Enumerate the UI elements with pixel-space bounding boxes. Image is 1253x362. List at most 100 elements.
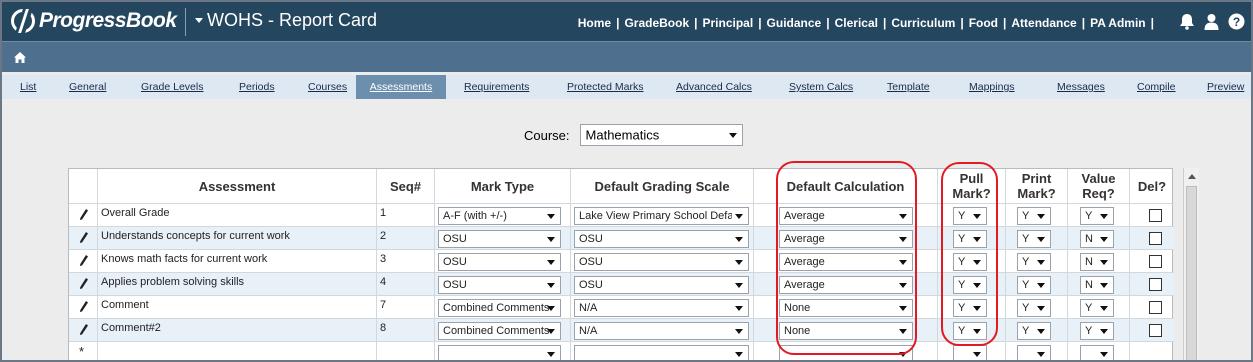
scrollbar-thumb[interactable] [1186,186,1197,360]
value-req-select[interactable]: N [1080,253,1114,271]
pull-mark-select[interactable]: Y [953,299,987,317]
grading-scale-select[interactable]: OSU [574,253,749,271]
user-icon[interactable] [1204,13,1219,30]
print-mark-select[interactable]: Y [1017,299,1051,317]
tab-courses[interactable]: Courses [306,75,349,99]
delete-checkbox[interactable] [1149,232,1162,245]
table-row[interactable]: Knows math facts for current work 3 OSU … [69,249,1174,272]
scroll-up-icon[interactable] [1188,174,1196,179]
seq-cell[interactable] [377,342,435,360]
tab-advanced-calcs[interactable]: Advanced Calcs [674,75,754,99]
seq-cell[interactable]: 7 [377,296,435,318]
table-row[interactable]: Comment#2 8 Combined Comments N/A None Y… [69,318,1174,341]
table-row[interactable]: Overall Grade 1 A-F (with +/-) Lake View… [69,203,1174,226]
help-icon[interactable]: ? [1228,13,1245,30]
nav-home[interactable]: Home [574,16,615,30]
assessment-cell[interactable]: Comment#2 [98,319,377,341]
grading-scale-select[interactable]: N/A [574,299,749,317]
default-calculation-select[interactable]: Average [779,230,913,248]
print-mark-select[interactable]: Y [1017,253,1051,271]
value-req-select[interactable]: N [1080,230,1114,248]
nav-attendance[interactable]: Attendance [1007,16,1080,30]
mark-type-select[interactable]: Combined Comments [438,322,561,340]
seq-cell[interactable]: 8 [377,319,435,341]
default-calculation-select[interactable]: Average [779,253,913,271]
delete-checkbox[interactable] [1149,209,1162,222]
home-icon[interactable] [14,50,26,68]
tab-assessments[interactable]: Assessments [356,75,446,99]
tab-list[interactable]: List [18,75,38,99]
default-calculation-select[interactable]: None [779,322,913,340]
default-calculation-select[interactable]: None [779,299,913,317]
print-mark-select[interactable]: Y [1017,207,1051,225]
grading-scale-select[interactable]: OSU [574,230,749,248]
nav-principal[interactable]: Principal [699,16,758,30]
mark-type-select[interactable]: OSU [438,253,561,271]
grading-scale-select[interactable]: OSU [574,276,749,294]
pull-mark-select[interactable] [953,345,987,360]
nav-pa-admin[interactable]: PA Admin [1086,16,1150,30]
pull-mark-select[interactable]: Y [953,276,987,294]
delete-checkbox[interactable] [1149,324,1162,337]
assessment-cell[interactable]: Knows math facts for current work [98,250,377,272]
tab-requirements[interactable]: Requirements [462,75,531,99]
app-switcher[interactable]: WOHS - Report Card [195,10,377,31]
mark-type-select[interactable]: A-F (with +/-) [438,207,561,225]
assessment-cell[interactable]: Comment [98,296,377,318]
tab-messages[interactable]: Messages [1055,75,1107,99]
tab-system-calcs[interactable]: System Calcs [787,75,855,99]
nav-curriculum[interactable]: Curriculum [887,16,959,30]
mark-type-select[interactable]: Combined Comments [438,299,561,317]
nav-clerical[interactable]: Clerical [831,16,882,30]
pull-mark-select[interactable]: Y [953,253,987,271]
assessment-cell[interactable] [98,342,377,360]
tab-template[interactable]: Template [885,75,932,99]
tab-compile[interactable]: Compile [1135,75,1178,99]
pull-mark-select[interactable]: Y [953,207,987,225]
mark-type-select[interactable] [438,345,561,360]
seq-cell[interactable]: 3 [377,250,435,272]
seq-cell[interactable]: 2 [377,227,435,249]
print-mark-select[interactable] [1017,345,1051,360]
nav-food[interactable]: Food [965,16,1002,30]
pull-mark-select[interactable]: Y [953,230,987,248]
table-row[interactable]: Understands concepts for current work 2 … [69,226,1174,249]
mark-type-select[interactable]: OSU [438,276,561,294]
pull-mark-select[interactable]: Y [953,322,987,340]
delete-checkbox[interactable] [1149,278,1162,291]
print-mark-select[interactable]: Y [1017,322,1051,340]
grading-scale-select[interactable]: N/A [574,322,749,340]
mark-type-select[interactable]: OSU [438,230,561,248]
nav-guidance[interactable]: Guidance [763,16,826,30]
assessment-cell[interactable]: Applies problem solving skills [98,273,377,295]
value-req-select[interactable]: N [1080,276,1114,294]
default-calculation-select[interactable] [779,345,913,360]
table-row[interactable]: Comment 7 Combined Comments N/A None Y Y… [69,295,1174,318]
tab-periods[interactable]: Periods [237,75,277,99]
value-req-select[interactable] [1080,345,1114,360]
default-calculation-select[interactable]: Average [779,207,913,225]
progressbook-logo[interactable]: ProgressBook [11,9,177,33]
tab-mappings[interactable]: Mappings [967,75,1017,99]
seq-cell[interactable]: 1 [377,204,435,226]
tab-preview[interactable]: Preview [1205,75,1246,99]
table-row[interactable]: Applies problem solving skills 4 OSU OSU… [69,272,1174,295]
grading-scale-select[interactable]: Lake View Primary School Defa [574,207,749,225]
grid-scrollbar[interactable] [1183,168,1199,360]
course-select[interactable]: Mathematics [579,124,743,146]
value-req-select[interactable]: Y [1080,299,1114,317]
nav-gradebook[interactable]: GradeBook [620,16,693,30]
bell-icon[interactable] [1179,13,1195,30]
grading-scale-select[interactable] [574,345,749,360]
print-mark-select[interactable]: Y [1017,230,1051,248]
seq-cell[interactable]: 4 [377,273,435,295]
delete-checkbox[interactable] [1149,301,1162,314]
new-row[interactable]: * [69,341,1174,360]
tab-protected-marks[interactable]: Protected Marks [565,75,645,99]
delete-checkbox[interactable] [1149,255,1162,268]
assessment-cell[interactable]: Overall Grade [98,204,377,226]
value-req-select[interactable]: Y [1080,207,1114,225]
tab-grade-levels[interactable]: Grade Levels [139,75,205,99]
value-req-select[interactable]: Y [1080,322,1114,340]
assessment-cell[interactable]: Understands concepts for current work [98,227,377,249]
